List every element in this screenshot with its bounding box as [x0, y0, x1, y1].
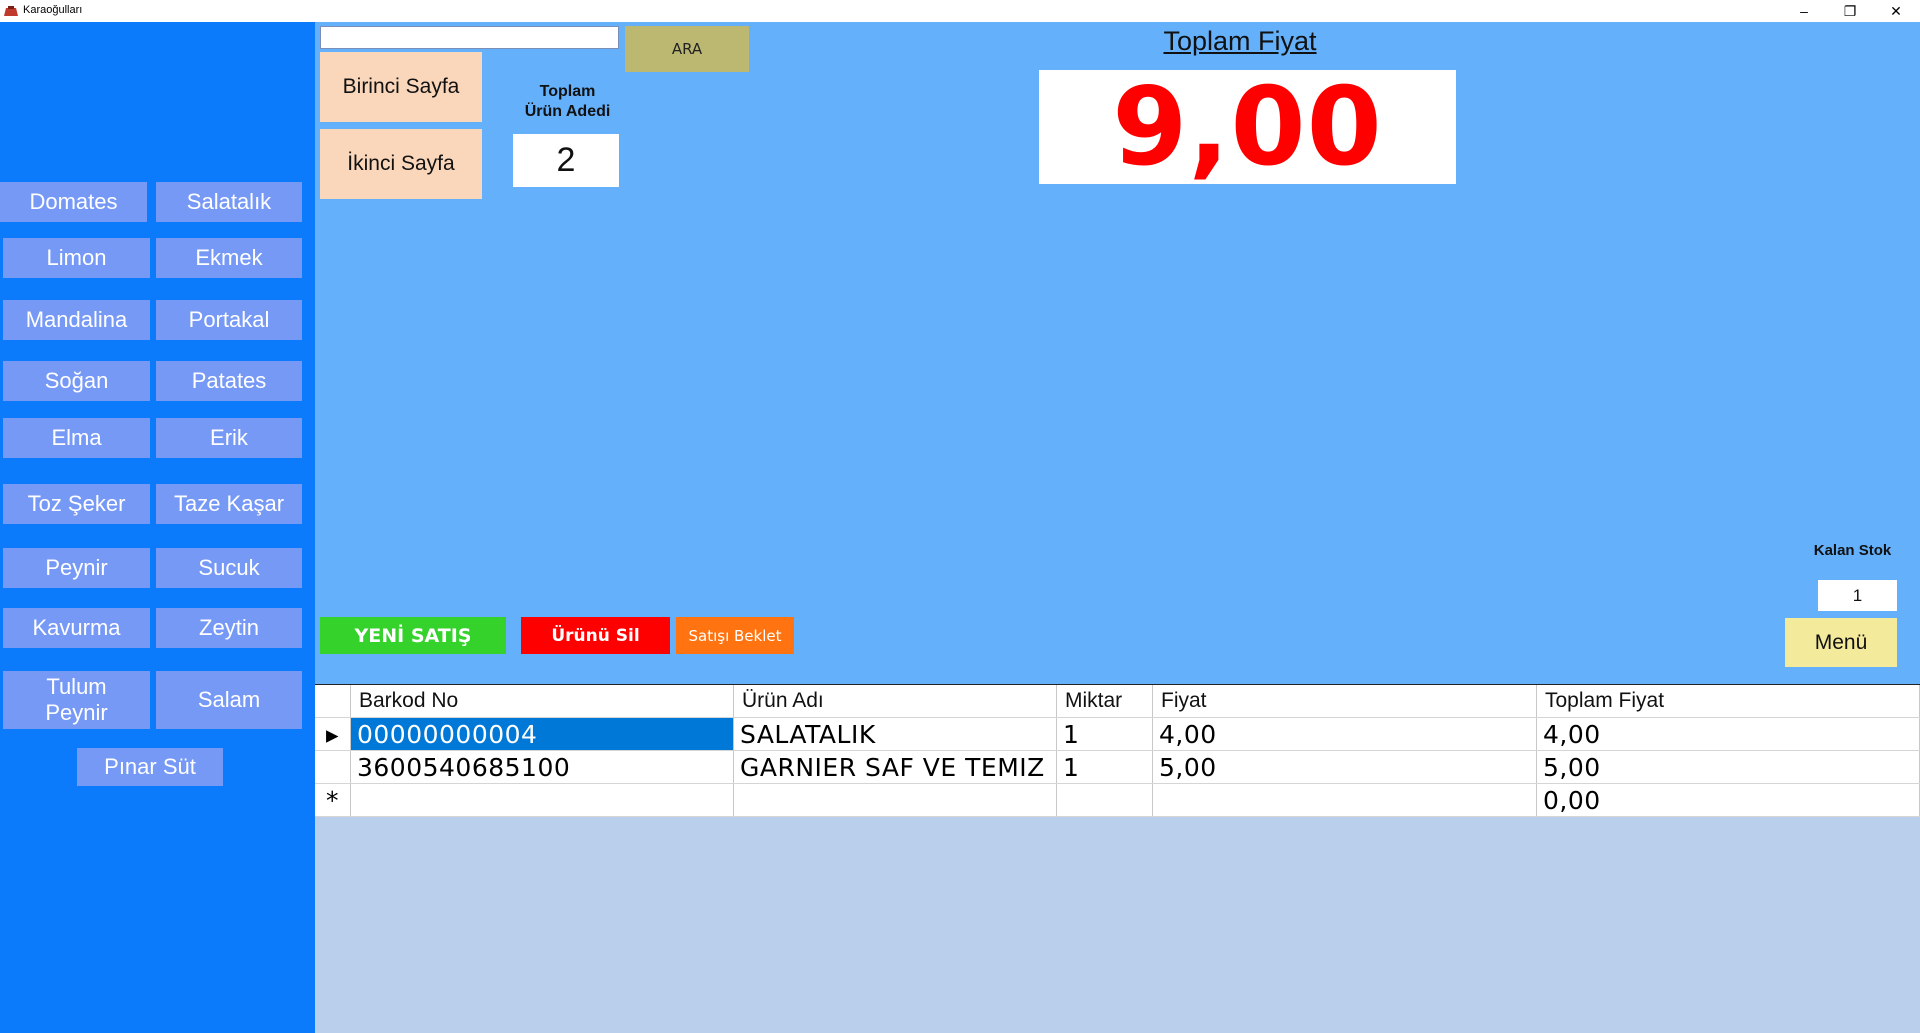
- product-button-patates[interactable]: Patates: [156, 361, 302, 401]
- new-sale-button[interactable]: YENİ SATIŞ: [320, 617, 506, 654]
- total-count-value: 2: [513, 134, 619, 187]
- cell-price[interactable]: [1153, 784, 1537, 816]
- column-header-barcode[interactable]: Barkod No: [351, 685, 734, 717]
- product-button-salam[interactable]: Salam: [156, 671, 302, 729]
- sales-grid[interactable]: Barkod No Ürün Adı Miktar Fiyat Toplam F…: [315, 684, 1920, 1033]
- remaining-stock-label: Kalan Stok: [1813, 542, 1892, 559]
- product-panel: Domates Salatalık Limon Ekmek Mandalina …: [0, 22, 315, 1033]
- cell-total-price[interactable]: 0,00: [1537, 784, 1920, 816]
- row-header-corner: [315, 685, 351, 717]
- row-indicator[interactable]: *: [315, 784, 351, 816]
- hold-sale-button[interactable]: Satışı Beklet: [676, 617, 794, 654]
- product-button-pinar-sut[interactable]: Pınar Süt: [77, 748, 223, 786]
- product-button-ekmek[interactable]: Ekmek: [156, 238, 302, 278]
- product-button-elma[interactable]: Elma: [3, 418, 150, 458]
- close-button[interactable]: ✕: [1873, 0, 1919, 22]
- table-row[interactable]: 3600540685100 GARNIER SAF VE TEMIZ 1 5,0…: [315, 751, 1920, 784]
- cell-barcode[interactable]: 3600540685100: [351, 751, 734, 783]
- cell-quantity[interactable]: 1: [1057, 718, 1153, 750]
- cell-barcode[interactable]: 00000000004: [351, 718, 734, 750]
- menu-button[interactable]: Menü: [1785, 618, 1897, 667]
- product-button-portakal[interactable]: Portakal: [156, 300, 302, 340]
- product-button-erik[interactable]: Erik: [156, 418, 302, 458]
- column-header-quantity[interactable]: Miktar: [1057, 685, 1153, 717]
- window-title: Karaoğulları: [23, 4, 83, 16]
- restore-button[interactable]: ❐: [1827, 0, 1873, 22]
- column-header-total-price[interactable]: Toplam Fiyat: [1537, 685, 1920, 717]
- product-button-taze-kasar[interactable]: Taze Kaşar: [156, 484, 302, 524]
- cell-total-price[interactable]: 5,00: [1537, 751, 1920, 783]
- product-button-toz-seker[interactable]: Toz Şeker: [3, 484, 150, 524]
- second-page-button[interactable]: İkinci Sayfa: [320, 129, 482, 199]
- new-row[interactable]: * 0,00: [315, 784, 1920, 817]
- product-button-tulum-peynir[interactable]: Tulum Peynir: [3, 671, 150, 729]
- product-button-domates[interactable]: Domates: [0, 182, 147, 222]
- total-price-title: Toplam Fiyat: [1163, 26, 1317, 56]
- grid-header-row: Barkod No Ürün Adı Miktar Fiyat Toplam F…: [315, 685, 1920, 718]
- cell-quantity[interactable]: [1057, 784, 1153, 816]
- title-bar: Karaoğulları – ❐ ✕: [0, 0, 1920, 22]
- minimize-button[interactable]: –: [1781, 0, 1827, 22]
- product-button-mandalina[interactable]: Mandalina: [3, 300, 150, 340]
- first-page-button[interactable]: Birinci Sayfa: [320, 52, 482, 122]
- table-row[interactable]: ▸ 00000000004 SALATALIK 1 4,00 4,00: [315, 718, 1920, 751]
- cell-price[interactable]: 5,00: [1153, 751, 1537, 783]
- product-button-peynir[interactable]: Peynir: [3, 548, 150, 588]
- cell-price[interactable]: 4,00: [1153, 718, 1537, 750]
- row-indicator[interactable]: ▸: [315, 718, 351, 750]
- cell-product-name[interactable]: SALATALIK: [734, 718, 1057, 750]
- cell-product-name[interactable]: [734, 784, 1057, 816]
- delete-item-button[interactable]: Ürünü Sil: [521, 617, 670, 654]
- cell-total-price[interactable]: 4,00: [1537, 718, 1920, 750]
- column-header-price[interactable]: Fiyat: [1153, 685, 1537, 717]
- remaining-stock-value: 1: [1818, 580, 1897, 611]
- product-button-limon[interactable]: Limon: [3, 238, 150, 278]
- product-button-salatalik[interactable]: Salatalık: [156, 182, 302, 222]
- product-button-zeytin[interactable]: Zeytin: [156, 608, 302, 648]
- product-button-sogan[interactable]: Soğan: [3, 361, 150, 401]
- app-icon: [4, 6, 18, 16]
- grid-table: Barkod No Ürün Adı Miktar Fiyat Toplam F…: [315, 684, 1920, 817]
- search-button[interactable]: ARA: [625, 26, 749, 72]
- search-input[interactable]: [320, 26, 619, 49]
- total-price-value: 9,00: [1039, 65, 1456, 190]
- cell-barcode[interactable]: [351, 784, 734, 816]
- cell-quantity[interactable]: 1: [1057, 751, 1153, 783]
- total-count-label: Toplam Ürün Adedi: [524, 83, 611, 120]
- row-indicator[interactable]: [315, 751, 351, 783]
- column-header-product-name[interactable]: Ürün Adı: [734, 685, 1057, 717]
- cell-product-name[interactable]: GARNIER SAF VE TEMIZ: [734, 751, 1057, 783]
- product-button-sucuk[interactable]: Sucuk: [156, 548, 302, 588]
- product-button-kavurma[interactable]: Kavurma: [3, 608, 150, 648]
